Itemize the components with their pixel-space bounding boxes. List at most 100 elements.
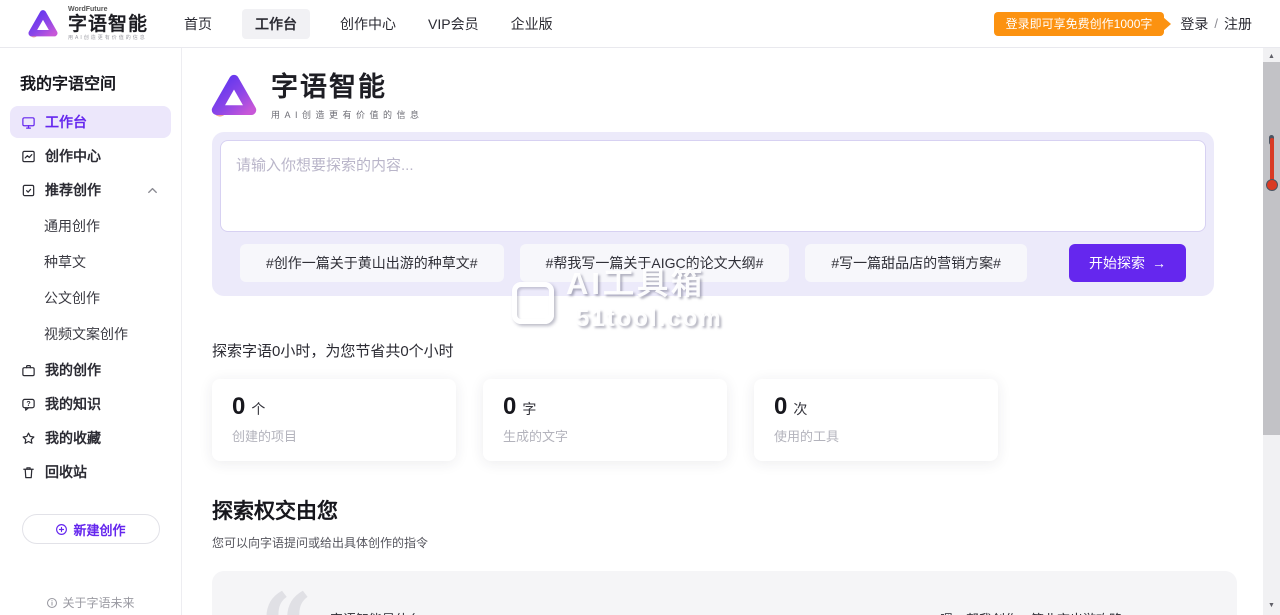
sidebar-item-label: 创作中心: [45, 146, 101, 166]
main-brand-text: 字语智能 用AI创造更有价值的信息: [271, 71, 424, 120]
sidebar-recommended-sublist: 通用创作 种草文 公文创作 视频文案创作: [0, 208, 181, 352]
marker-bulb: [1266, 179, 1278, 191]
suggestion-chips-row: #创作一篇关于黄山出游的种草文# #帮我写一篇关于AIGC的论文大纲# #写一篇…: [240, 244, 1186, 282]
info-circle-icon: [46, 597, 58, 609]
section-subtitle: 您可以向字语提问或给出具体创作的指令: [212, 534, 1263, 551]
sidebar-item-label: 工作台: [45, 112, 87, 132]
stat-label: 使用的工具: [774, 426, 978, 445]
sidebar-item-label: 推荐创作: [45, 180, 101, 200]
nav-item-creation-center[interactable]: 创作中心: [338, 9, 398, 39]
sidebar-item-recycle-bin[interactable]: 回收站: [10, 456, 171, 488]
chart-icon: [21, 149, 36, 164]
main-nav: 首页 工作台 创作中心 VIP会员 企业版: [182, 9, 555, 39]
doc-check-icon: [21, 183, 36, 198]
usage-summary: 探索字语0小时，为您节省共0个小时: [212, 340, 1263, 361]
example-answer: 嗯，帮我创作一篇北京出游攻略: [940, 609, 1122, 615]
brand-text: WordFuture 字语智能 用AI创造更有价值的信息: [68, 6, 148, 41]
explore-section-head: 探索权交由您 您可以向字语提问或给出具体创作的指令: [212, 495, 1263, 551]
scrollbar-thumb[interactable]: [1263, 62, 1280, 435]
example-question: 字语智能是什么?: [330, 609, 428, 615]
search-input[interactable]: [220, 140, 1206, 232]
page-scrollbar[interactable]: ▲ ▼: [1263, 48, 1280, 615]
sidebar-subitem-general[interactable]: 通用创作: [44, 208, 181, 244]
start-explore-label: 开始探索: [1089, 253, 1145, 273]
new-creation-button[interactable]: 新建创作: [22, 514, 160, 544]
nav-right: 登录即可享免费创作1000字 登录 / 注册: [994, 12, 1252, 36]
stat-unit: 次: [793, 399, 807, 419]
chevron-up-icon: [145, 183, 160, 198]
stat-card-projects: 0 个 创建的项目: [212, 379, 456, 461]
page: WordFuture 字语智能 用AI创造更有价值的信息 首页 工作台 创作中心…: [0, 0, 1280, 615]
sidebar-subitem-official[interactable]: 公文创作: [44, 280, 181, 316]
stat-value: 0: [232, 393, 245, 421]
scrollbar-down-arrow[interactable]: ▼: [1263, 599, 1280, 613]
quote-icon: “: [260, 581, 313, 615]
nav-item-enterprise[interactable]: 企业版: [509, 9, 555, 39]
main-brand-title: 字语智能: [271, 71, 424, 103]
nav-item-vip[interactable]: VIP会员: [426, 9, 481, 39]
brand-word-small: WordFuture: [68, 6, 148, 13]
brand-triangle-icon: [26, 7, 60, 41]
stat-value-row: 0 次: [774, 393, 978, 421]
sidebar-item-label: 回收站: [45, 462, 87, 482]
nav-item-home[interactable]: 首页: [182, 9, 214, 39]
stat-label: 创建的项目: [232, 426, 436, 445]
stat-card-words: 0 字 生成的文字: [483, 379, 727, 461]
brand-tagline-small: 用AI创造更有价值的信息: [68, 36, 148, 41]
brand-name: 字语智能: [68, 15, 148, 34]
star-icon: [21, 431, 36, 446]
stat-label: 生成的文字: [503, 426, 707, 445]
sidebar-item-label: 我的创作: [45, 360, 101, 380]
sidebar-item-creation-center[interactable]: 创作中心: [10, 140, 171, 172]
stat-unit: 个: [251, 399, 265, 419]
plus-circle-icon: [55, 523, 68, 536]
register-link[interactable]: 注册: [1224, 14, 1252, 34]
svg-text:?: ?: [26, 401, 30, 408]
stat-card-tools: 0 次 使用的工具: [754, 379, 998, 461]
main-brand: 字语智能 用AI创造更有价值的信息: [207, 70, 1263, 122]
promo-badge: 登录即可享免费创作1000字: [994, 12, 1165, 36]
sidebar-item-label: 我的收藏: [45, 428, 101, 448]
main-brand-triangle-icon: [207, 70, 261, 122]
stats-cards-row: 0 个 创建的项目 0 字 生成的文字 0 次 使用的工具: [212, 379, 1263, 461]
suggestion-chip-huangshan[interactable]: #创作一篇关于黄山出游的种草文#: [240, 244, 504, 282]
suggestion-chip-dessert[interactable]: #写一篇甜品店的营销方案#: [805, 244, 1027, 282]
sidebar: 我的字语空间 工作台 创作中心 推荐创作 通用创作 种草文 公文创: [0, 48, 182, 615]
sidebar-subitem-seeding[interactable]: 种草文: [44, 244, 181, 280]
top-navbar: WordFuture 字语智能 用AI创造更有价值的信息 首页 工作台 创作中心…: [0, 0, 1280, 48]
arrow-right-icon: →: [1152, 255, 1166, 271]
trash-icon: [21, 465, 36, 480]
stat-value: 0: [503, 393, 516, 421]
monitor-icon: [21, 115, 36, 130]
stat-value: 0: [774, 393, 787, 421]
sidebar-item-recommended[interactable]: 推荐创作: [10, 174, 171, 206]
nav-item-workbench[interactable]: 工作台: [242, 9, 310, 39]
sidebar-item-label: 我的知识: [45, 394, 101, 414]
example-quote-card: “ 字语智能是什么? 嗯，帮我创作一篇北京出游攻略: [212, 571, 1237, 615]
sidebar-item-my-favorites[interactable]: 我的收藏: [10, 422, 171, 454]
search-panel: #创作一篇关于黄山出游的种草文# #帮我写一篇关于AIGC的论文大纲# #写一篇…: [212, 132, 1214, 296]
start-explore-button[interactable]: 开始探索 →: [1069, 244, 1186, 282]
sidebar-subitem-video-copy[interactable]: 视频文案创作: [44, 316, 181, 352]
question-bubble-icon: ?: [21, 397, 36, 412]
main-brand-tagline: 用AI创造更有价值的信息: [271, 108, 424, 121]
stat-unit: 字: [522, 399, 536, 419]
scroll-position-marker-icon: [1265, 135, 1278, 192]
login-link[interactable]: 登录: [1180, 14, 1208, 34]
about-link[interactable]: 关于字语未来: [0, 594, 181, 611]
marker-tube: [1270, 138, 1274, 182]
suggestion-chip-aigc[interactable]: #帮我写一篇关于AIGC的论文大纲#: [520, 244, 790, 282]
briefcase-icon: [21, 363, 36, 378]
sidebar-item-workbench[interactable]: 工作台: [10, 106, 171, 138]
about-label: 关于字语未来: [62, 594, 134, 611]
sidebar-header: 我的字语空间: [20, 70, 181, 94]
sidebar-item-my-knowledge[interactable]: ? 我的知识: [10, 388, 171, 420]
stat-value-row: 0 个: [232, 393, 436, 421]
stat-value-row: 0 字: [503, 393, 707, 421]
brand-logo[interactable]: WordFuture 字语智能 用AI创造更有价值的信息: [26, 6, 148, 41]
sidebar-item-my-creations[interactable]: 我的创作: [10, 354, 171, 386]
new-creation-label: 新建创作: [73, 520, 125, 539]
login-register-divider: /: [1214, 16, 1218, 31]
section-title: 探索权交由您: [212, 495, 1263, 525]
main-content: 字语智能 用AI创造更有价值的信息 #创作一篇关于黄山出游的种草文# #帮我写一…: [182, 48, 1263, 615]
